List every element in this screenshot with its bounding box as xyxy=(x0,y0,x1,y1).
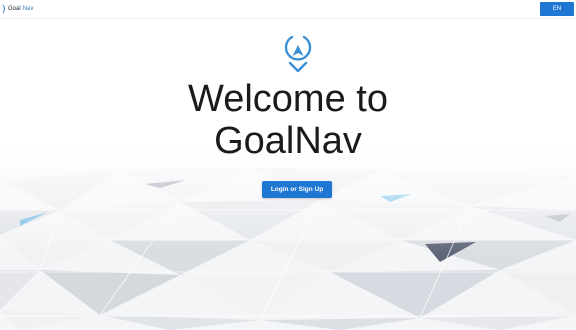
welcome-line: Welcome to xyxy=(188,78,388,120)
app-name: GoalNav xyxy=(214,120,362,162)
location-compass-icon xyxy=(284,35,312,73)
welcome-heading: Welcome to GoalNav xyxy=(0,78,576,162)
brand-name-prefix: Goal xyxy=(8,6,21,12)
background-triangle-pattern xyxy=(0,140,576,330)
login-signup-button[interactable]: Login or Sign Up xyxy=(262,181,332,198)
language-selector-button[interactable]: EN xyxy=(540,2,574,16)
brand-mark-icon xyxy=(2,4,5,14)
brand-logo[interactable]: Goal Nav xyxy=(2,3,33,15)
brand-name-suffix: Nav xyxy=(22,6,34,12)
top-navigation-bar: Goal Nav EN xyxy=(0,0,576,19)
